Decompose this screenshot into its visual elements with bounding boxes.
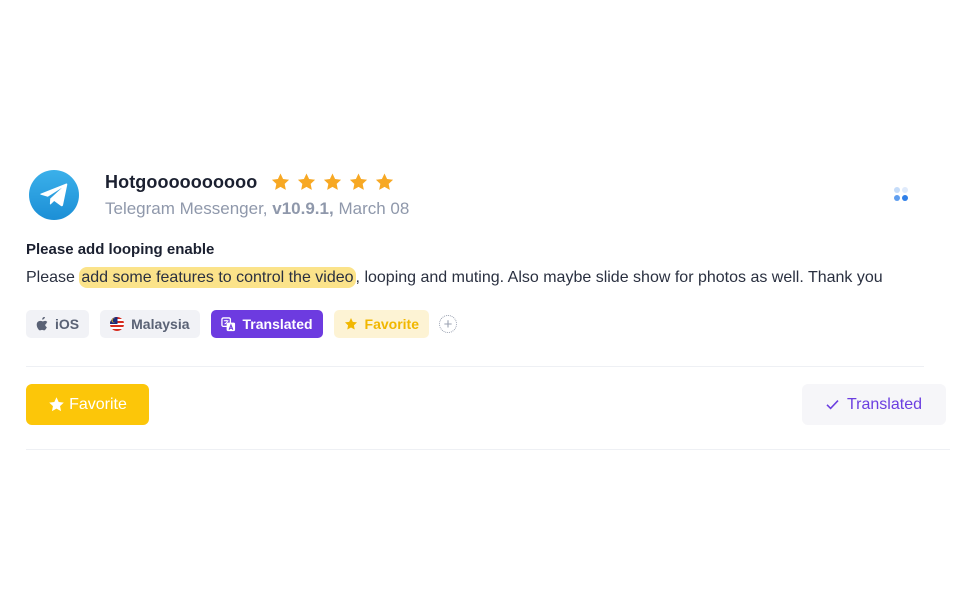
divider bbox=[26, 366, 924, 367]
tag-translated[interactable]: Translated bbox=[210, 310, 323, 338]
favorite-button-label: Favorite bbox=[69, 395, 127, 413]
review-author: Hotgoooooooooo bbox=[105, 172, 258, 192]
app-name: Telegram Messenger, bbox=[105, 199, 268, 218]
tag-ios-label: iOS bbox=[55, 316, 80, 332]
options-icon[interactable] bbox=[894, 187, 910, 203]
tag-translated-label: Translated bbox=[242, 316, 313, 332]
review-title: Please add looping enable bbox=[26, 241, 215, 258]
tag-malaysia-label: Malaysia bbox=[131, 316, 190, 332]
review-body-end: , looping and muting. Also maybe slide s… bbox=[355, 269, 883, 286]
star-icon bbox=[344, 318, 357, 330]
star-icon bbox=[349, 173, 368, 190]
app-version: v10.9.1, bbox=[272, 199, 334, 218]
star-icon bbox=[323, 173, 342, 190]
star-icon bbox=[297, 173, 316, 190]
malaysia-flag-icon bbox=[110, 317, 125, 331]
divider bbox=[26, 449, 950, 450]
tag-favorite[interactable]: Favorite bbox=[333, 310, 429, 338]
tag-favorite-label: Favorite bbox=[364, 316, 419, 332]
review-body: Please add some features to control the … bbox=[26, 267, 883, 289]
checkmark-icon bbox=[826, 400, 839, 410]
review-meta: Telegram Messenger, v10.9.1, March 08 bbox=[105, 199, 409, 219]
translated-button-label: Translated bbox=[847, 395, 922, 413]
apple-icon bbox=[36, 317, 48, 331]
tag-ios[interactable]: iOS bbox=[26, 310, 90, 338]
translate-icon bbox=[220, 316, 235, 331]
review-body-start: Please bbox=[26, 269, 80, 286]
star-icon bbox=[271, 173, 290, 190]
telegram-logo-icon bbox=[29, 170, 79, 220]
star-icon bbox=[375, 173, 394, 190]
tag-list: iOS Malaysia Translated Favorite + bbox=[26, 310, 457, 338]
highlighted-text: add some features to control the video bbox=[79, 267, 356, 288]
favorite-button[interactable]: Favorite bbox=[26, 384, 149, 425]
tag-malaysia[interactable]: Malaysia bbox=[100, 310, 200, 338]
star-rating bbox=[270, 172, 395, 192]
translated-button[interactable]: Translated bbox=[802, 384, 946, 425]
star-icon bbox=[49, 397, 64, 412]
add-tag-plus-icon[interactable]: + bbox=[439, 315, 457, 333]
review-date: March 08 bbox=[338, 199, 410, 218]
